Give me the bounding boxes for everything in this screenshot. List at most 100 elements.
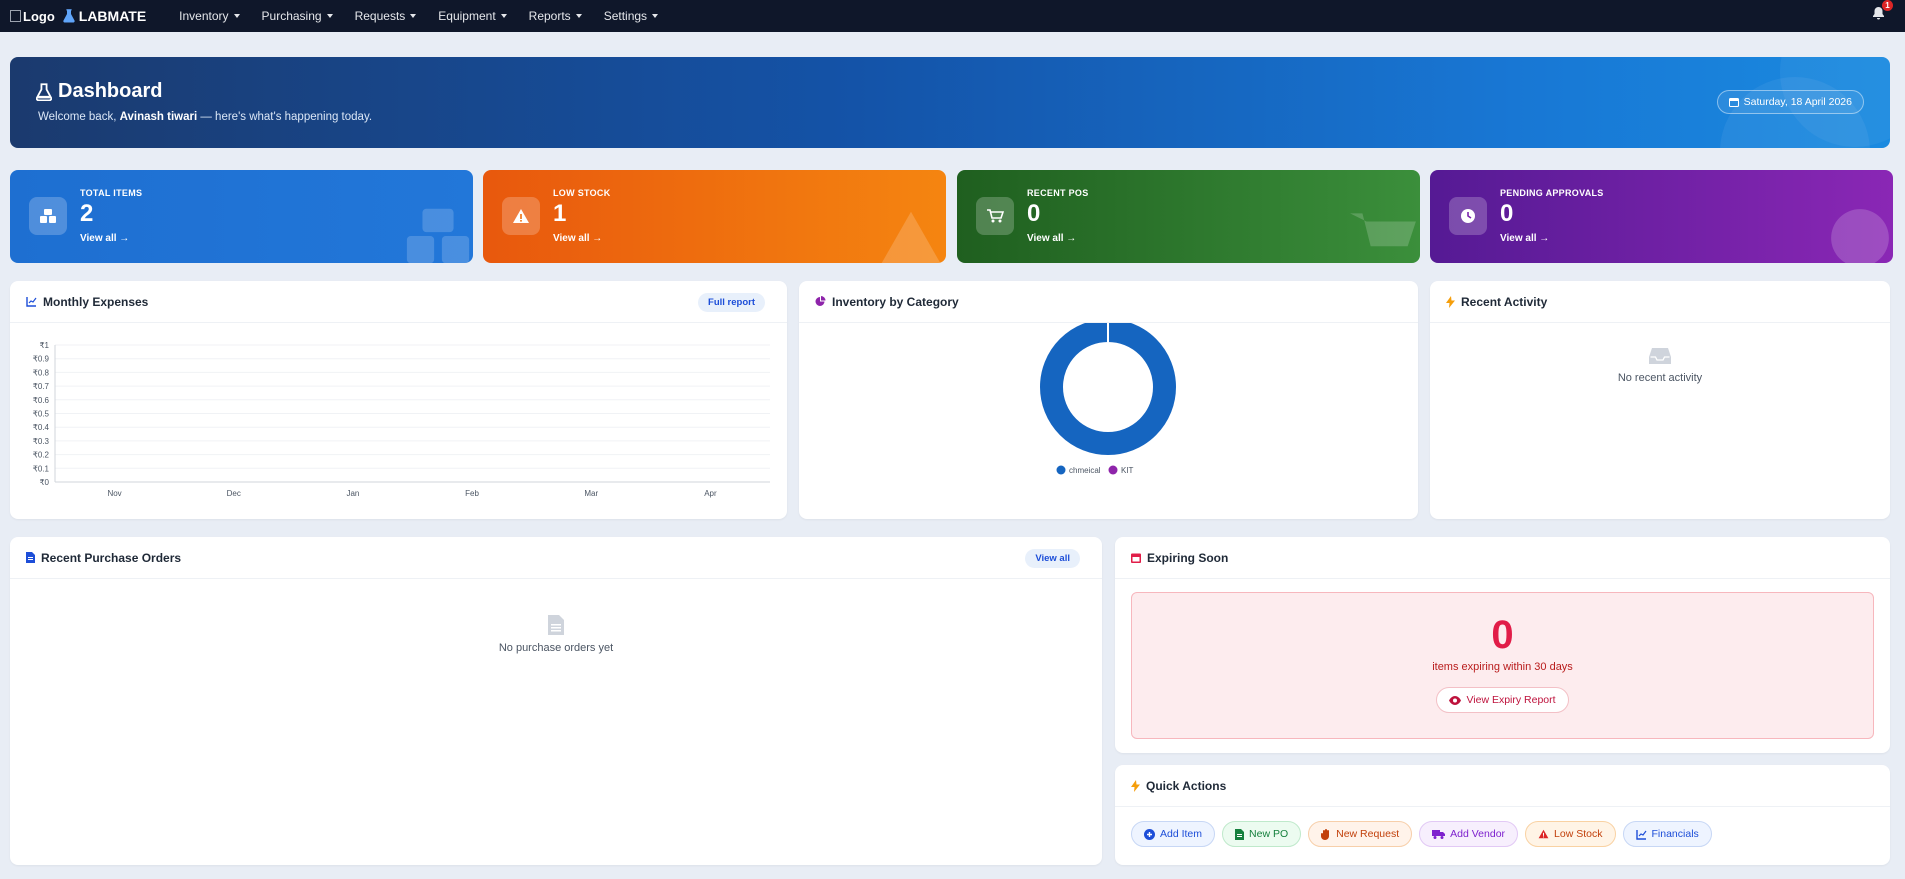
- panel-header: Recent Activity: [1430, 281, 1890, 323]
- chevron-down-icon: [575, 14, 582, 18]
- nav-inventory[interactable]: Inventory: [168, 9, 250, 23]
- nav-purchasing[interactable]: Purchasing: [251, 9, 344, 23]
- view-all-link[interactable]: View all →: [1027, 233, 1076, 244]
- add-item-button[interactable]: Add Item: [1131, 821, 1216, 847]
- stat-value: 2: [80, 200, 94, 227]
- stat-label: TOTAL ITEMS: [80, 188, 143, 198]
- nav-equipment[interactable]: Equipment: [427, 9, 517, 23]
- panel-title: Recent Purchase Orders: [41, 550, 182, 565]
- boxes-icon: [29, 197, 67, 235]
- clock-icon: [1449, 197, 1487, 235]
- stat-card-recent-pos[interactable]: RECENT POS 0 View all →: [957, 170, 1420, 263]
- expiring-text: items expiring within 30 days: [1432, 661, 1573, 673]
- flask-icon: [63, 9, 75, 23]
- financials-button[interactable]: Financials: [1622, 821, 1712, 847]
- welcome-prefix: Welcome back,: [38, 111, 117, 123]
- main-menu: Inventory Purchasing Requests Equipment …: [168, 9, 669, 23]
- chevron-down-icon: [500, 14, 507, 18]
- new-po-button[interactable]: New PO: [1222, 821, 1302, 847]
- view-all-pos-button[interactable]: View all: [1025, 549, 1080, 568]
- monthly-expenses-panel: Monthly Expenses Full report ₹0 ₹0.1 ₹0.2 ₹…: [10, 281, 787, 519]
- expiring-soon-panel: Expiring Soon 0 items expiring within 30…: [1115, 537, 1890, 753]
- page-title: Dashboard: [36, 80, 162, 103]
- x-tick-label: Mar: [584, 489, 598, 498]
- panel-header: Recent Purchase Orders View all: [10, 537, 1102, 579]
- nav-requests[interactable]: Requests: [344, 9, 428, 23]
- brand-name: LABMATE: [78, 8, 147, 24]
- view-expiry-report-button[interactable]: View Expiry Report: [1436, 687, 1569, 713]
- stat-label: LOW STOCK: [553, 188, 611, 198]
- nav-settings[interactable]: Settings: [593, 9, 669, 23]
- stat-card-pending-approvals[interactable]: PENDING APPROVALS 0 View all →: [1430, 170, 1893, 263]
- y-tick-label: ₹0.3: [33, 437, 50, 446]
- plus-circle-icon: [1144, 828, 1155, 840]
- chevron-down-icon: [326, 14, 333, 18]
- eye-icon: [1449, 695, 1462, 705]
- view-all-link[interactable]: View all →: [553, 233, 602, 244]
- empty-state: No recent activity: [1430, 347, 1890, 384]
- low-stock-button[interactable]: Low Stock: [1525, 821, 1616, 847]
- stat-card-total-items[interactable]: TOTAL ITEMS 2 View all →: [10, 170, 473, 263]
- chevron-down-icon: [410, 14, 417, 18]
- empty-text: No purchase orders yet: [498, 642, 614, 654]
- y-tick-label: ₹0: [39, 478, 49, 487]
- quick-actions-list: Add Item New PO New Request Add Vendor L…: [1131, 821, 1712, 847]
- stat-card-low-stock[interactable]: LOW STOCK 1 View all →: [483, 170, 946, 263]
- panel-header: Monthly Expenses Full report: [10, 281, 787, 323]
- x-tick-label: Dec: [227, 489, 241, 498]
- button-label: Add Vendor: [1450, 828, 1506, 840]
- chevron-down-icon: [652, 14, 659, 18]
- quick-actions-panel: Quick Actions Add Item New PO New Reques…: [1115, 765, 1890, 865]
- top-navbar: Logo LABMATE Inventory Purchasing Reques…: [0, 0, 1905, 32]
- inventory-donut-chart: chmeical KIT: [1040, 323, 1176, 475]
- logo-image: Logo: [10, 9, 55, 24]
- view-all-link[interactable]: View all →: [80, 233, 129, 244]
- chart-line-icon: [1635, 829, 1646, 840]
- panel-header: Quick Actions: [1115, 765, 1890, 807]
- clock-icon: [1831, 209, 1889, 263]
- nav-label: Requests: [354, 9, 406, 23]
- date-text: Saturday, 18 April 2026: [1743, 96, 1852, 108]
- expiring-count: 0: [1491, 613, 1514, 657]
- welcome-text: Welcome back, Avinash tiwari — here's wh…: [38, 111, 372, 123]
- panel-title: Recent Activity: [1461, 294, 1548, 309]
- notification-badge: 1: [1882, 0, 1893, 11]
- nav-label: Reports: [528, 9, 571, 23]
- y-tick-label: ₹0.2: [33, 451, 50, 460]
- notifications-button[interactable]: 1: [1872, 0, 1893, 25]
- chart-line-icon: [26, 297, 37, 307]
- document-icon: [26, 552, 35, 563]
- y-tick-label: ₹0.9: [33, 355, 50, 364]
- expiry-summary: 0 items expiring within 30 days View Exp…: [1131, 592, 1874, 739]
- nav-reports[interactable]: Reports: [518, 9, 593, 23]
- new-request-button[interactable]: New Request: [1308, 821, 1413, 847]
- y-tick-label: ₹0.1: [33, 464, 50, 473]
- button-label: New PO: [1249, 828, 1289, 840]
- inbox-icon: [1649, 348, 1671, 364]
- nav-label: Equipment: [438, 9, 496, 23]
- calendar-icon: [1728, 98, 1739, 107]
- panel-title: Quick Actions: [1146, 778, 1227, 793]
- cart-icon: [1350, 213, 1416, 247]
- stat-label: PENDING APPROVALS: [1500, 188, 1604, 198]
- purchase-orders-panel: Recent Purchase Orders View all No purch…: [10, 537, 1102, 865]
- button-label: New Request: [1336, 828, 1400, 840]
- button-label: Low Stock: [1554, 828, 1603, 840]
- panel-header: Expiring Soon: [1115, 537, 1890, 579]
- bolt-icon: [1446, 295, 1455, 308]
- view-all-link[interactable]: View all →: [1500, 233, 1549, 244]
- stat-value: 1: [553, 200, 567, 227]
- panel-title: Monthly Expenses: [43, 294, 149, 309]
- inventory-category-panel: Inventory by Category chmeical KIT: [799, 281, 1418, 519]
- legend-label: KIT: [1121, 466, 1134, 475]
- stat-label: RECENT POS: [1027, 188, 1089, 198]
- user-name: Avinash tiwari: [119, 111, 198, 123]
- y-tick-label: ₹0.7: [33, 382, 50, 391]
- add-vendor-button[interactable]: Add Vendor: [1419, 821, 1519, 847]
- welcome-banner: Dashboard Welcome back, Avinash tiwari —…: [10, 57, 1890, 148]
- chevron-down-icon: [233, 14, 240, 18]
- page-title-text: Dashboard: [58, 80, 163, 102]
- brand[interactable]: Logo LABMATE: [10, 8, 146, 24]
- full-report-button[interactable]: Full report: [698, 293, 765, 312]
- recent-activity-panel: Recent Activity No recent activity: [1430, 281, 1890, 519]
